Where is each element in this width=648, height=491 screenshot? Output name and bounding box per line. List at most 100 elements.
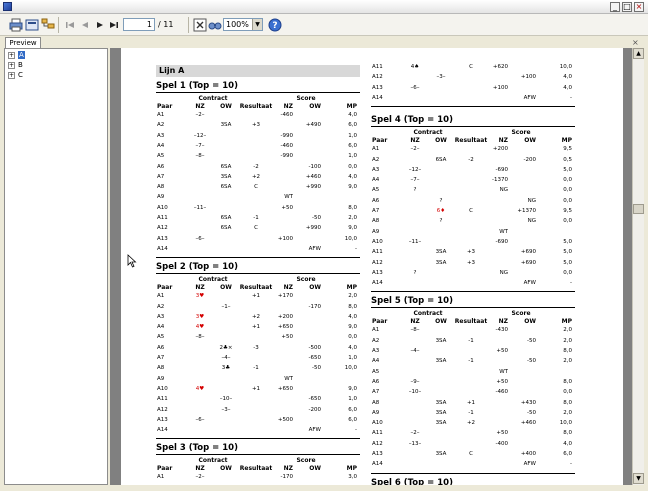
pair-id: A7 (372, 389, 380, 396)
matchpoints: 0,5 (563, 156, 572, 163)
last-page-icon[interactable] (107, 18, 121, 32)
score-nz: +620 (492, 64, 508, 70)
toolbar-separator (188, 17, 189, 33)
score-ow: +460 (305, 173, 321, 180)
tab-preview[interactable]: Preview (5, 37, 41, 48)
section-divider (156, 454, 360, 456)
header-paar: Paar (157, 103, 173, 110)
pair-id: A6 (372, 378, 380, 385)
header-paar: Paar (372, 137, 388, 145)
result: -2 (253, 163, 259, 170)
section-divider (371, 126, 575, 128)
scroll-up-icon[interactable]: ▲ (633, 48, 644, 59)
result: +1 (251, 293, 261, 300)
result: +2 (466, 420, 476, 427)
header-score: Score (296, 457, 316, 465)
score-ow: AFW (523, 94, 536, 101)
matchpoints: 9,0 (348, 385, 357, 392)
pair-id: A9 (372, 228, 380, 235)
pair-id: A13 (372, 451, 383, 457)
close-preview-icon[interactable] (193, 18, 207, 32)
section-divider (371, 307, 575, 309)
page-number-input[interactable] (123, 18, 155, 31)
close-tab-icon[interactable]: × (632, 38, 639, 47)
expand-icon[interactable]: + (8, 61, 15, 69)
contract-nz: –11– (408, 238, 422, 245)
header-contract: Contract (198, 95, 228, 102)
matchpoints: 2,0 (563, 337, 572, 344)
header-contract: Contract (198, 276, 228, 284)
preview-area[interactable]: Lijn A Spel 1 (Top = 10) Contract Score Paa… (110, 48, 632, 485)
result: +2 (251, 173, 261, 180)
pair-id: A3 (372, 348, 380, 354)
header-score-ow: OW (309, 284, 321, 292)
section-end-line (371, 106, 575, 108)
pair-id: A12 (157, 225, 168, 232)
header-resultaat: Resultaat (454, 318, 488, 326)
zoom-select[interactable]: 100% ▼ (223, 18, 263, 31)
find-icon[interactable] (208, 18, 222, 32)
section-end-line (371, 291, 575, 293)
matchpoints: 10,0 (559, 420, 572, 427)
pair-id: A2 (157, 303, 165, 310)
scroll-thumb[interactable] (633, 204, 644, 214)
section-end-line (156, 438, 360, 440)
section-divider (156, 92, 360, 93)
header-score-nz: NZ (498, 318, 508, 326)
close-button[interactable]: × (634, 2, 644, 12)
help-icon[interactable]: ? (268, 18, 282, 32)
matchpoints: 0,0 (348, 163, 357, 170)
contract-nz: –8– (195, 153, 205, 160)
matchpoints: 6,0 (348, 416, 357, 423)
matchpoints: 9,5 (563, 208, 572, 214)
toggle-tree-icon[interactable] (41, 18, 55, 32)
pair-id: A9 (372, 409, 380, 416)
next-page-icon[interactable] (93, 18, 107, 32)
score-nz: -170 (280, 474, 293, 481)
minimize-button[interactable]: _ (610, 2, 620, 12)
matchpoints: 2,0 (563, 409, 572, 416)
maximize-button[interactable]: □ (622, 2, 632, 12)
result: +3 (466, 249, 476, 256)
tree-item-b[interactable]: + B (8, 61, 23, 70)
zoom-value: 100% (226, 20, 249, 29)
matchpoints: 2,0 (563, 358, 572, 365)
first-page-icon[interactable] (63, 18, 77, 32)
chevron-down-icon[interactable]: ▼ (252, 19, 262, 30)
score-nz: NG (499, 187, 508, 194)
matchpoints: 8,0 (563, 430, 572, 437)
score-nz: +50 (496, 430, 508, 437)
tree-item-a[interactable]: + A (8, 51, 25, 60)
scroll-down-icon[interactable]: ▼ (633, 473, 644, 484)
score-ow: +990 (305, 184, 321, 191)
prev-page-icon[interactable] (78, 18, 92, 32)
page-setup-icon[interactable] (25, 18, 39, 32)
matchpoints: 8,0 (348, 204, 357, 211)
header-resultaat: Resultaat (239, 103, 273, 110)
vertical-scrollbar[interactable]: ▲ ▼ (632, 48, 644, 485)
score-nz: +170 (277, 293, 293, 300)
expand-icon[interactable]: + (8, 51, 15, 59)
score-ow: -50 (312, 365, 321, 372)
pair-id: A8 (157, 365, 165, 372)
pair-id: A13 (372, 84, 383, 91)
header-score-ow: OW (309, 103, 321, 110)
score-ow: +430 (520, 399, 536, 406)
print-icon[interactable] (9, 18, 23, 32)
tree-item-c[interactable]: + C (8, 71, 23, 80)
expand-icon[interactable]: + (8, 71, 15, 79)
score-nz: WT (499, 228, 508, 235)
score-nz: +650 (277, 324, 293, 331)
contract-nz: –12– (408, 166, 422, 173)
section-end-line (371, 472, 575, 474)
result: -1 (468, 358, 474, 365)
contract-nz: ? (413, 269, 417, 276)
mouse-cursor-icon (127, 254, 137, 270)
section-end-line (156, 257, 360, 259)
pair-id: A14 (157, 427, 168, 434)
toolbar: / 11 100%▼ ? (0, 14, 648, 36)
contract-ow: –10– (219, 396, 233, 403)
matchpoints: 9,0 (348, 324, 357, 331)
pair-id: A8 (372, 218, 380, 225)
score-nz: WT (499, 368, 508, 375)
